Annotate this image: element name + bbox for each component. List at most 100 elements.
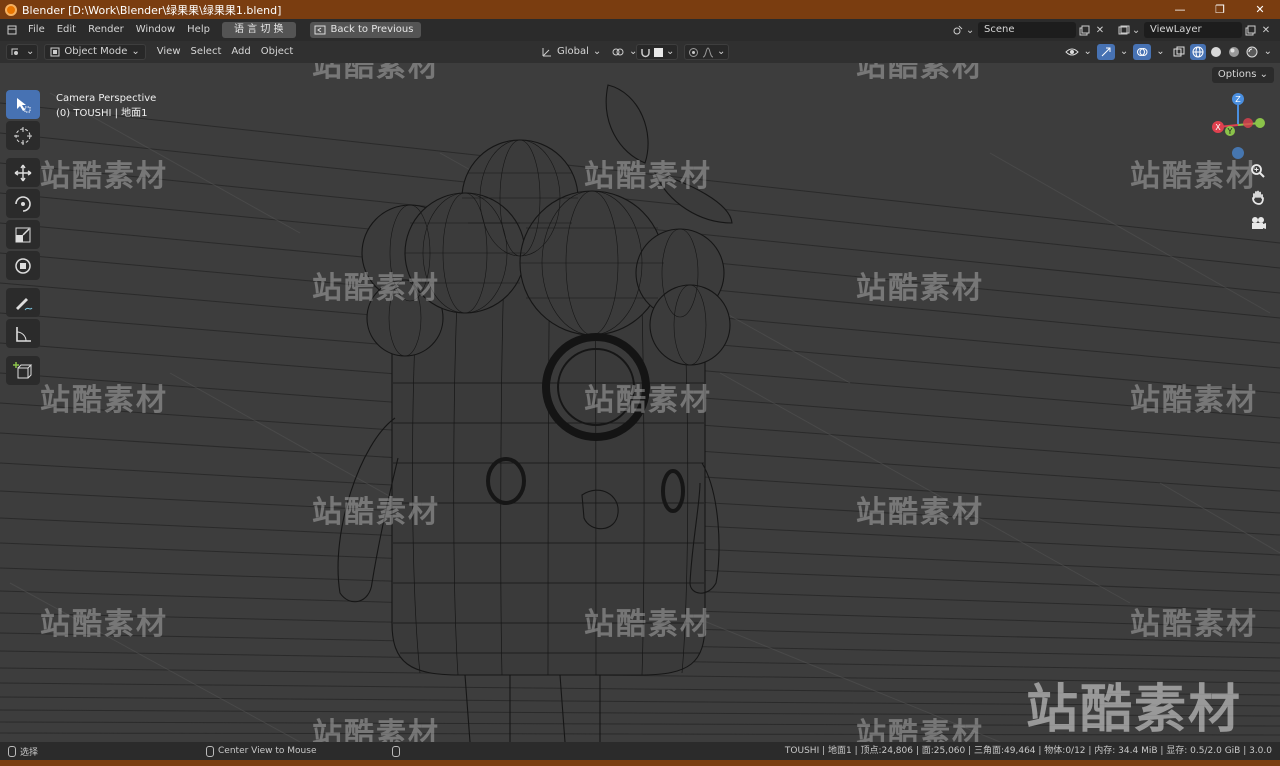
- visibility-selector[interactable]: ⌄: [1062, 44, 1094, 60]
- rendered-sphere-icon: [1246, 46, 1258, 58]
- mouse-left-icon: [8, 745, 20, 757]
- select-box-tool[interactable]: [6, 90, 40, 119]
- 3d-cursor-icon: [14, 126, 32, 145]
- solid-sphere-icon: [1210, 47, 1221, 57]
- menu-file[interactable]: File: [22, 19, 51, 41]
- scale-icon: [15, 227, 31, 242]
- active-object-label: (0) TOUSHI | 地面1: [56, 108, 148, 119]
- navigation-gizmo[interactable]: Z X Y: [1206, 91, 1270, 163]
- ruler-icon: [16, 326, 31, 342]
- snap-increment-icon: [654, 47, 663, 57]
- watermark-text: 站酷素材: [40, 159, 168, 194]
- gizmo-menu[interactable]: ⌄: [1117, 44, 1131, 60]
- transform-orientation-selector[interactable]: Global ⌄: [536, 44, 606, 60]
- close-button[interactable]: ✕: [1240, 0, 1280, 19]
- material-sphere-icon: [1228, 47, 1239, 57]
- menu-window[interactable]: Window: [130, 19, 181, 41]
- viewlayer-field[interactable]: ViewLayer: [1144, 22, 1242, 38]
- xray-icon: [1173, 46, 1185, 57]
- menu-select[interactable]: Select: [186, 44, 227, 60]
- delete-viewlayer-icon[interactable]: ✕: [1258, 22, 1274, 38]
- magnet-icon: [641, 48, 650, 57]
- transform-icon: [15, 257, 31, 274]
- watermark-text: 站酷素材: [856, 495, 984, 530]
- delete-scene-icon[interactable]: ✕: [1092, 22, 1108, 38]
- overlays-menu[interactable]: ⌄: [1153, 44, 1167, 60]
- overlays-toggle[interactable]: [1133, 44, 1152, 60]
- editor-type-button[interactable]: ⌄: [6, 44, 39, 60]
- transform-tool[interactable]: [6, 251, 40, 280]
- 3d-viewport[interactable]: 站酷素材 站酷素材 站酷素材 站酷素材 站酷素材 站酷素材 站酷素材 站酷素材 …: [0, 63, 1280, 742]
- xray-toggle[interactable]: [1170, 44, 1188, 60]
- measure-tool[interactable]: [6, 319, 40, 348]
- gizmo-toggle[interactable]: [1096, 44, 1115, 60]
- scale-tool[interactable]: [6, 220, 40, 249]
- shading-solid-button[interactable]: [1208, 44, 1224, 60]
- rotate-tool[interactable]: [6, 189, 40, 218]
- window-bottom-border: [0, 760, 1280, 766]
- new-viewlayer-icon[interactable]: [1242, 22, 1258, 38]
- menu-add[interactable]: Add: [226, 44, 255, 60]
- axes-editor-icon: [11, 48, 18, 55]
- snap-toggle[interactable]: ⌄: [636, 44, 679, 60]
- watermark-logo-text: 站酷素材: [1026, 680, 1243, 740]
- add-cube-tool[interactable]: [6, 356, 40, 385]
- proportional-editing-toggle[interactable]: ⌄: [684, 44, 730, 60]
- axis-x-label: X: [1215, 123, 1221, 132]
- menu-help[interactable]: Help: [181, 19, 216, 41]
- options-dropdown[interactable]: Options ⌄: [1211, 67, 1274, 83]
- watermark-text: 站酷素材: [856, 717, 984, 742]
- watermark-text: 站酷素材: [1130, 383, 1258, 418]
- chevron-down-icon: ⌄: [1263, 46, 1272, 57]
- chevron-down-icon: ⌄: [592, 46, 602, 57]
- menu-render[interactable]: Render: [82, 19, 130, 41]
- chevron-down-icon: ⌄: [1119, 46, 1129, 57]
- viewlayer-icon[interactable]: [1116, 22, 1132, 38]
- chevron-down-icon: ⌄: [666, 46, 675, 57]
- left-leg: [464, 674, 601, 742]
- chevron-down-icon: ⌄: [1083, 46, 1092, 57]
- overlays-icon: [1137, 48, 1148, 56]
- move-arrows-icon: [14, 164, 32, 181]
- annotate-tool[interactable]: [6, 288, 40, 317]
- shading-rendered-button[interactable]: [1244, 44, 1260, 60]
- viewport-info: Camera Perspective (0) TOUSHI | 地面1: [56, 91, 156, 121]
- minimize-button[interactable]: —: [1160, 0, 1200, 19]
- cursor-tool[interactable]: [6, 121, 40, 150]
- pencil-icon: [16, 297, 33, 310]
- proportional-icon: [689, 47, 698, 57]
- axis-z-label: Z: [1235, 95, 1241, 104]
- back-icon: [314, 25, 326, 35]
- menu-view[interactable]: View: [152, 44, 186, 60]
- chevron-down-icon[interactable]: ⌄: [966, 22, 974, 38]
- status-middle-action: Center View to Mouse: [218, 746, 317, 756]
- watermark-text: 站酷素材: [40, 607, 168, 642]
- shading-menu[interactable]: ⌄: [1262, 44, 1274, 60]
- language-switch-button[interactable]: 语 言 切 换: [221, 22, 296, 38]
- mode-selector[interactable]: Object Mode ⌄: [44, 44, 146, 60]
- new-scene-icon[interactable]: [1076, 22, 1092, 38]
- viewport-header-right: ⌄ ⌄ ⌄ ⌄: [1062, 44, 1274, 60]
- camera-view-icon[interactable]: [1246, 211, 1270, 235]
- scene-field[interactable]: Scene: [978, 22, 1076, 38]
- pan-hand-icon[interactable]: [1246, 185, 1270, 209]
- editor-type-icon[interactable]: [4, 22, 20, 38]
- watermark-text: 站酷素材: [312, 495, 440, 530]
- move-tool[interactable]: [6, 158, 40, 187]
- menu-edit[interactable]: Edit: [51, 19, 82, 41]
- axis-y-label: Y: [1227, 127, 1233, 136]
- window-controls: — ❐ ✕: [1160, 0, 1280, 19]
- maximize-button[interactable]: ❐: [1200, 0, 1240, 19]
- shading-material-button[interactable]: [1226, 44, 1242, 60]
- watermark-text: 站酷素材: [856, 271, 984, 306]
- tool-shelf: [6, 90, 42, 385]
- zoom-icon[interactable]: [1246, 159, 1270, 183]
- scene-icon[interactable]: [950, 22, 966, 38]
- rotate-icon: [15, 195, 31, 212]
- shading-wireframe-button[interactable]: [1189, 44, 1206, 60]
- watermark-text: 站酷素材: [856, 63, 984, 84]
- back-to-previous-button[interactable]: Back to Previous: [309, 22, 422, 38]
- scene-statistics: TOUSHI | 地面1 | 顶点:24,806 | 面:25,060 | 三角…: [784, 746, 1272, 756]
- menu-object[interactable]: Object: [256, 44, 299, 60]
- chevron-down-icon[interactable]: ⌄: [1132, 22, 1140, 38]
